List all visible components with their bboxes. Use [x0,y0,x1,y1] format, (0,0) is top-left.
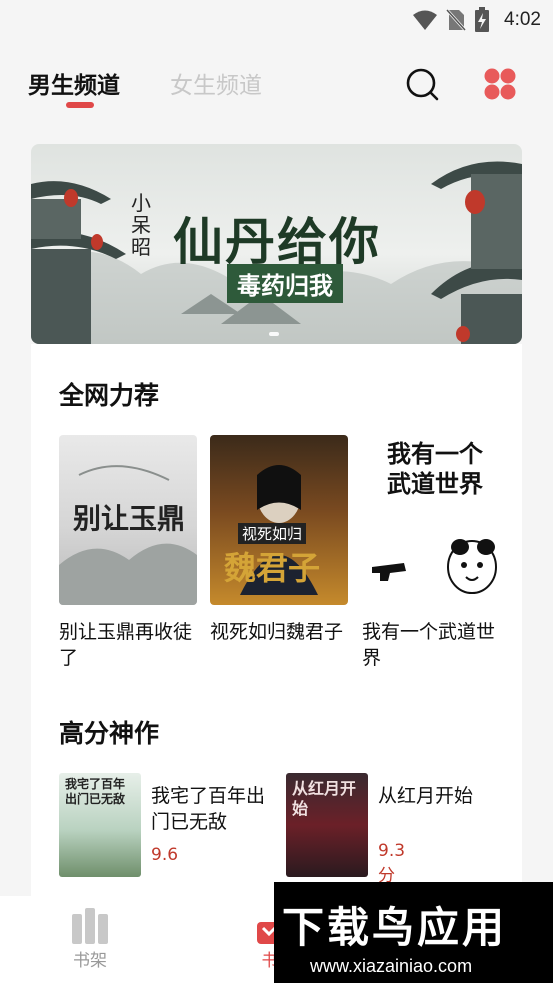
book-score: 9.6 [151,845,179,865]
cover-title: 别让玉鼎 [73,502,186,535]
no-sim-icon [446,8,467,32]
search-button[interactable] [404,66,440,102]
tab-male-channel[interactable]: 男生频道 [28,66,120,100]
watermark-url: www.xiazainiao.com [310,956,473,976]
watermark-title: 下载鸟应用 [282,903,508,952]
nav-label: 书架 [73,951,107,971]
clover-menu-icon [484,68,516,100]
book-card[interactable]: 我有一个 武道世界 我有一个武道世界 [362,435,500,671]
channel-header: 男生频道 女生频道 [0,52,553,116]
section-title-top-rated: 高分神作 [59,719,160,748]
banner-subtitle: 毒药归我 [227,264,343,303]
active-tab-indicator [66,102,94,108]
section-title-recommend: 全网力荐 [59,381,160,410]
battery-charging-icon [475,7,490,32]
book-card[interactable]: 别让玉鼎 别让玉鼎再收徒了 [59,435,197,671]
book-card[interactable]: 视死如归 魏君子 视死如归魏君子 [210,435,348,645]
banner-pager [269,332,279,336]
category-menu-button[interactable] [483,67,517,101]
book-title: 别让玉鼎再收徒了 [59,621,193,669]
pager-dot [269,332,279,336]
book-cover: 视死如归 魏君子 [210,435,348,605]
tab-female-channel[interactable]: 女生频道 [170,66,262,100]
promo-banner[interactable]: 小呆昭 仙丹给你 毒药归我 [31,144,522,344]
book-score: 9.3分 [378,841,406,886]
watermark: 下载鸟应用 www.xiazainiao.com [274,882,553,983]
search-icon [406,68,439,101]
cover-subtitle: 视死如归 [238,523,307,544]
book-title: 从红月开始 [378,785,474,807]
book-cover: 别让玉鼎 [59,435,197,605]
book-title: 我有一个武道世界 [362,621,496,669]
book-title: 我宅了百年出门已无敌 [151,785,266,833]
bookshelf-icon [72,908,108,944]
status-bar: 4:02 [0,0,553,40]
book-cover: 我宅了百年出门已无敌 [59,773,141,877]
cover-title: 我宅了百年出门已无敌 [65,777,126,806]
nav-item-bookshelf[interactable]: 书架 [70,906,110,971]
cover-art [372,539,497,594]
banner-author: 小呆昭 [131,191,151,259]
wifi-icon [413,10,438,30]
status-time: 4:02 [504,9,541,30]
book-title: 视死如归魏君子 [210,621,344,643]
content-card: 全网力荐 别让玉鼎 别让玉鼎再收徒了 视死如归 魏君子 视死如归魏君子 我有一个… [31,344,522,904]
cover-title: 从红月开始 [292,779,357,818]
cover-title: 魏君子 [224,549,321,587]
book-cover: 从红月开始 [286,773,368,877]
book-cover: 我有一个 武道世界 [362,435,500,605]
